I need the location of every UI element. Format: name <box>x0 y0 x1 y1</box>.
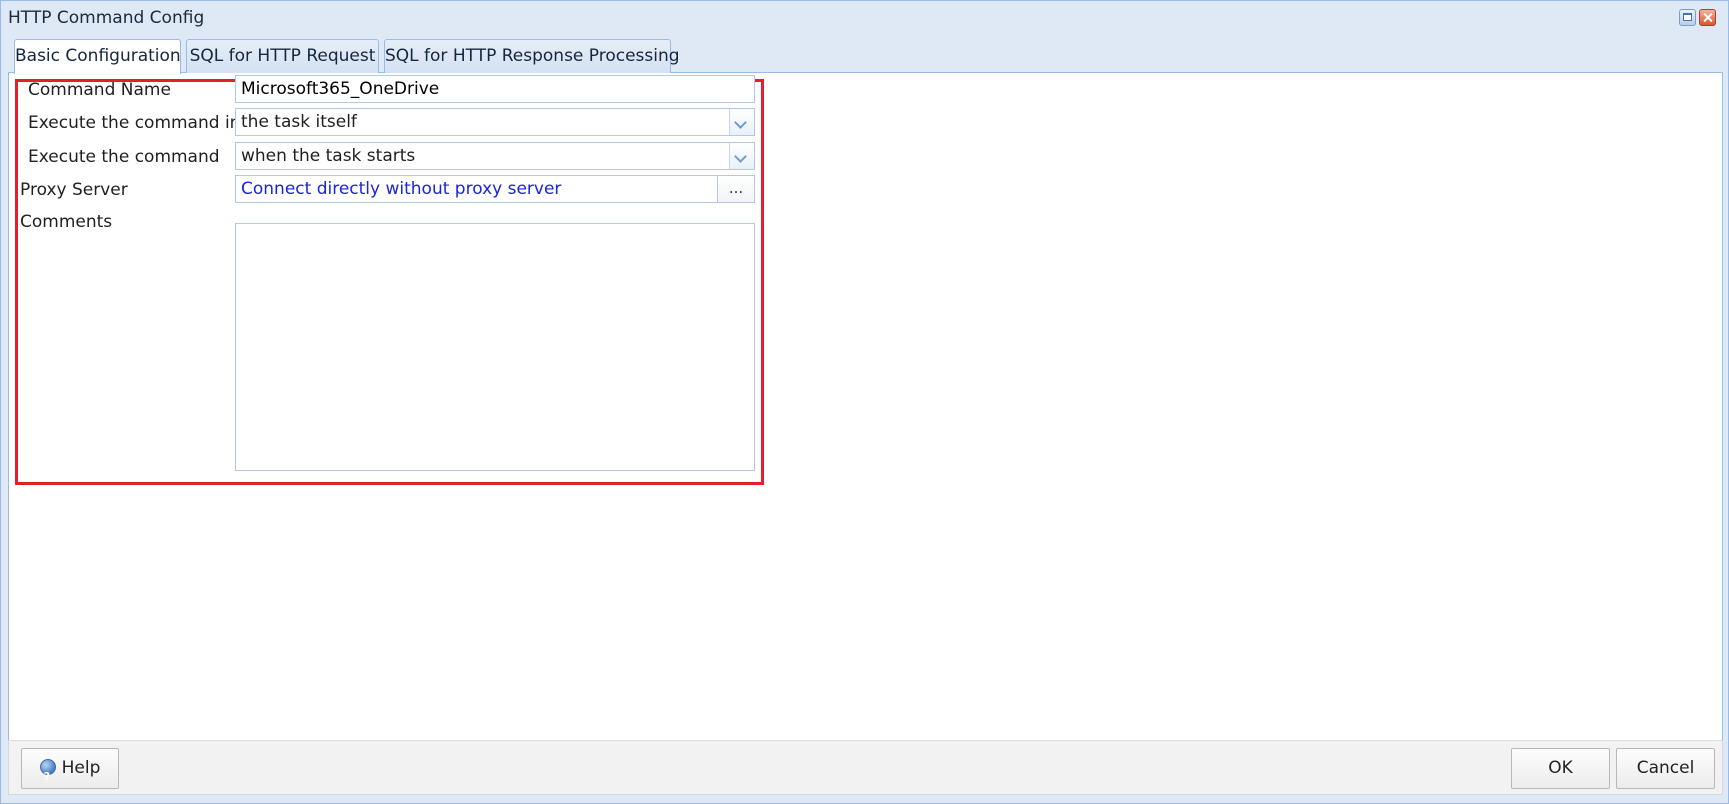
cancel-button[interactable]: Cancel <box>1616 748 1715 789</box>
command-name-label: Command Name <box>28 80 171 100</box>
proxy-server-field[interactable]: Connect directly without proxy server ..… <box>235 175 755 203</box>
http-command-config-window: HTTP Command Config Basic Configuration … <box>0 0 1729 804</box>
dialog-footer: Help OK Cancel <box>8 740 1723 796</box>
command-name-field[interactable]: Microsoft365_OneDrive <box>235 75 755 103</box>
tab-sql-for-http-response-processing[interactable]: SQL for HTTP Response Processing <box>384 39 680 73</box>
comments-label: Comments <box>20 212 113 232</box>
close-icon[interactable] <box>1699 9 1716 26</box>
help-icon <box>39 757 56 796</box>
tab-basic-configuration[interactable]: Basic Configuration <box>14 39 181 74</box>
proxy-server-value: Connect directly without proxy server <box>241 179 562 199</box>
tab-sql-for-http-request[interactable]: SQL for HTTP Request <box>186 39 379 73</box>
proxy-server-label: Proxy Server <box>20 180 128 200</box>
maximize-icon[interactable] <box>1679 9 1696 26</box>
command-name-value: Microsoft365_OneDrive <box>241 79 440 99</box>
comments-textarea[interactable] <box>235 223 755 471</box>
title-bar[interactable]: HTTP Command Config <box>1 1 1728 35</box>
execute-when-select[interactable]: when the task starts <box>235 142 755 170</box>
execute-in-value: the task itself <box>241 112 357 132</box>
tab-strip: Basic Configuration SQL for HTTP Request… <box>8 35 1723 74</box>
execute-when-label: Execute the command <box>28 147 220 167</box>
execute-when-value: when the task starts <box>241 146 416 166</box>
chevron-down-icon[interactable] <box>729 143 754 169</box>
basic-configuration-panel: Command Name Microsoft365_OneDrive Execu… <box>8 73 1723 740</box>
window-title: HTTP Command Config <box>8 8 205 28</box>
help-button[interactable]: Help <box>21 748 119 796</box>
chevron-down-icon[interactable] <box>729 109 754 135</box>
ok-button[interactable]: OK <box>1511 748 1610 789</box>
help-button-label: Help <box>61 758 101 778</box>
proxy-browse-button[interactable]: ... <box>717 176 754 202</box>
execute-in-select[interactable]: the task itself <box>235 108 755 136</box>
execute-in-label: Execute the command in <box>28 113 241 133</box>
